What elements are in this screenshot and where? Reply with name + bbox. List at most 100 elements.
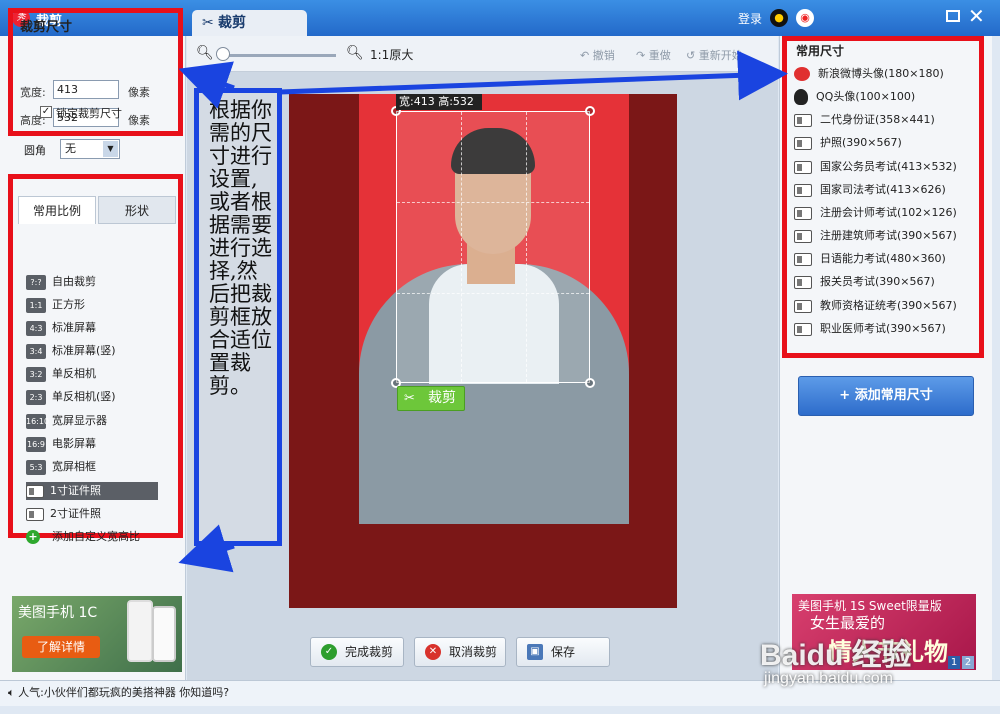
id-card-icon xyxy=(794,160,812,174)
ratio-item[interactable]: 1:1 正方形 xyxy=(26,296,158,314)
ratio-item[interactable]: 5:3 宽屏相框 xyxy=(26,458,158,476)
crop-dimensions-label: 宽:413 高:532 xyxy=(396,94,482,110)
annotation-note: 根据你需的尺寸进行设置,或者根据需要进行选择,然后把裁剪框放合适位置裁剪。 xyxy=(194,88,282,546)
tab-common-ratio[interactable]: 常用比例 xyxy=(18,196,96,224)
ratio-label: 1寸证件照 xyxy=(50,484,101,497)
add-common-size-label: 添加常用尺寸 xyxy=(854,388,933,403)
common-size-item[interactable]: 日语能力考试(480×360) xyxy=(794,250,946,268)
id-card-icon xyxy=(794,183,812,197)
ratio-badge: 2:3 xyxy=(26,389,46,405)
common-size-item[interactable]: 报关员考试(390×567) xyxy=(794,273,935,291)
common-size-item[interactable]: 注册会计师考试(102×126) xyxy=(794,204,957,222)
add-custom-ratio[interactable]: + 添加自定义宽高比 xyxy=(26,528,158,546)
app-window: 秀 裁剪 ✂ 裁剪 登录 ● ◉ ✕ 裁剪尺寸 宽度: 413 像素 高度: 53… xyxy=(0,0,1000,714)
restart-button[interactable]: ↺ 重新开始 xyxy=(686,47,743,63)
ratio-label: 单反相机(竖) xyxy=(52,390,116,403)
ratio-badge: ?:? xyxy=(26,274,46,290)
crop-handle-top-right[interactable] xyxy=(585,106,595,116)
ratio-item[interactable]: 16:10 宽屏显示器 xyxy=(26,412,158,430)
width-unit: 像素 xyxy=(128,86,150,99)
common-size-item[interactable]: 国家司法考试(413×626) xyxy=(794,181,946,199)
crop-button-label: 裁剪 xyxy=(428,390,456,406)
ratio-item-selected[interactable]: 1寸证件照 xyxy=(26,482,158,500)
ratio-item[interactable]: 3:4 标准屏幕(竖) xyxy=(26,342,158,360)
undo-icon: ↶ xyxy=(580,49,590,62)
id-card-icon xyxy=(794,206,812,220)
ratio-item[interactable]: 2:3 单反相机(竖) xyxy=(26,388,158,406)
crop-handle-bottom-right[interactable] xyxy=(585,378,595,388)
id-card-icon xyxy=(794,275,812,289)
zoom-slider-knob[interactable] xyxy=(216,47,230,61)
add-common-size-button[interactable]: + 添加常用尺寸 xyxy=(798,376,974,416)
ratio-badge: 16:10 xyxy=(26,413,49,429)
common-size-item[interactable]: 二代身份证(358×441) xyxy=(794,111,935,129)
common-size-item[interactable]: QQ头像(100×100) xyxy=(794,88,915,106)
weibo-icon xyxy=(794,67,810,81)
ratio-item[interactable]: 16:9 电影屏幕 xyxy=(26,435,158,453)
save-label: 保存 xyxy=(551,645,576,659)
crop-button[interactable]: ✂ 裁剪 xyxy=(397,386,465,411)
common-size-item[interactable]: 注册建筑师考试(390×567) xyxy=(794,227,957,245)
zoom-in-icon[interactable]: 🔍︎ xyxy=(346,45,364,61)
crop-frame[interactable] xyxy=(396,111,590,383)
original-size-button[interactable]: 1:1原大 xyxy=(370,46,413,63)
common-sizes-title: 常用尺寸 xyxy=(796,44,845,58)
weibo-icon[interactable]: ◉ xyxy=(796,9,814,27)
ratio-item[interactable]: 2寸证件照 xyxy=(26,505,158,523)
lock-size-label: 锁定裁剪尺寸 xyxy=(56,107,122,120)
common-size-item[interactable]: 国家公务员考试(413×532) xyxy=(794,158,957,176)
ratio-badge: 3:2 xyxy=(26,366,46,382)
id-card-icon xyxy=(26,507,44,521)
common-size-label: 护照(390×567) xyxy=(820,136,902,149)
scissors-icon: ✂ xyxy=(202,15,214,31)
tab-crop-label: 裁剪 xyxy=(218,15,246,31)
save-button[interactable]: ▣ 保存 xyxy=(516,637,610,667)
finish-crop-label: 完成裁剪 xyxy=(345,645,394,659)
undo-label: 撤销 xyxy=(592,49,615,62)
ad-page-2[interactable]: 2 xyxy=(962,656,974,669)
common-size-item[interactable]: 护照(390×567) xyxy=(794,134,902,152)
status-text[interactable]: 人气:小伙伴们都玩疯的美搭神器 你知道吗? xyxy=(18,686,229,699)
ad-banner-left[interactable]: 美图手机 1C 了解详情 xyxy=(12,596,182,672)
plus-icon: + xyxy=(839,388,855,403)
id-card-icon xyxy=(794,252,812,266)
grid-line xyxy=(397,202,589,203)
width-input[interactable]: 413 xyxy=(53,80,119,99)
ad-learn-more-button[interactable]: 了解详情 xyxy=(22,636,100,658)
chevron-down-icon: ▼ xyxy=(103,141,118,157)
common-size-label: 注册建筑师考试(390×567) xyxy=(820,229,957,242)
common-size-item[interactable]: 教师资格证统考(390×567) xyxy=(794,297,957,315)
tab-shape[interactable]: 形状 xyxy=(98,196,176,224)
login-link[interactable]: 登录 xyxy=(738,10,762,27)
grid-line xyxy=(397,293,589,294)
ratio-badge: 5:3 xyxy=(26,459,46,475)
id-card-icon xyxy=(794,229,812,243)
corner-select[interactable]: 无 ▼ xyxy=(60,139,120,159)
zoom-slider[interactable] xyxy=(222,54,336,57)
finish-crop-button[interactable]: ✓ 完成裁剪 xyxy=(310,637,404,667)
common-size-item[interactable]: 职业医师考试(390×567) xyxy=(794,320,946,338)
close-icon[interactable]: ✕ xyxy=(968,4,985,28)
common-size-item[interactable]: 新浪微博头像(180×180) xyxy=(794,65,944,83)
tab-crop[interactable]: ✂ 裁剪 xyxy=(192,10,307,37)
common-size-label: 二代身份证(358×441) xyxy=(820,113,935,126)
ratio-label: 标准屏幕 xyxy=(52,321,96,334)
redo-button[interactable]: ↷ 重做 xyxy=(636,47,671,63)
restart-label: 重新开始 xyxy=(698,49,743,62)
ratio-item[interactable]: 4:3 标准屏幕 xyxy=(26,319,158,337)
lock-size-checkbox[interactable]: ✓ xyxy=(40,106,52,118)
undo-button[interactable]: ↶ 撤销 xyxy=(580,47,615,63)
common-size-label: 新浪微博头像(180×180) xyxy=(818,67,944,80)
plus-icon: + xyxy=(26,530,40,544)
ratio-item[interactable]: ?:? 自由裁剪 xyxy=(26,273,158,291)
cancel-crop-button[interactable]: ✕ 取消裁剪 xyxy=(414,637,506,667)
redo-icon: ↷ xyxy=(636,49,646,62)
ad-page-1[interactable]: 1 xyxy=(948,656,960,669)
baidu-watermark-url: jingyan.baidu.com xyxy=(764,670,893,687)
qq-icon[interactable]: ● xyxy=(770,9,788,27)
maximize-icon[interactable] xyxy=(946,10,960,22)
cancel-crop-label: 取消裁剪 xyxy=(449,645,498,659)
qq-icon xyxy=(794,89,808,105)
zoom-out-icon[interactable]: 🔍︎ xyxy=(196,45,214,61)
ratio-item[interactable]: 3:2 单反相机 xyxy=(26,365,158,383)
